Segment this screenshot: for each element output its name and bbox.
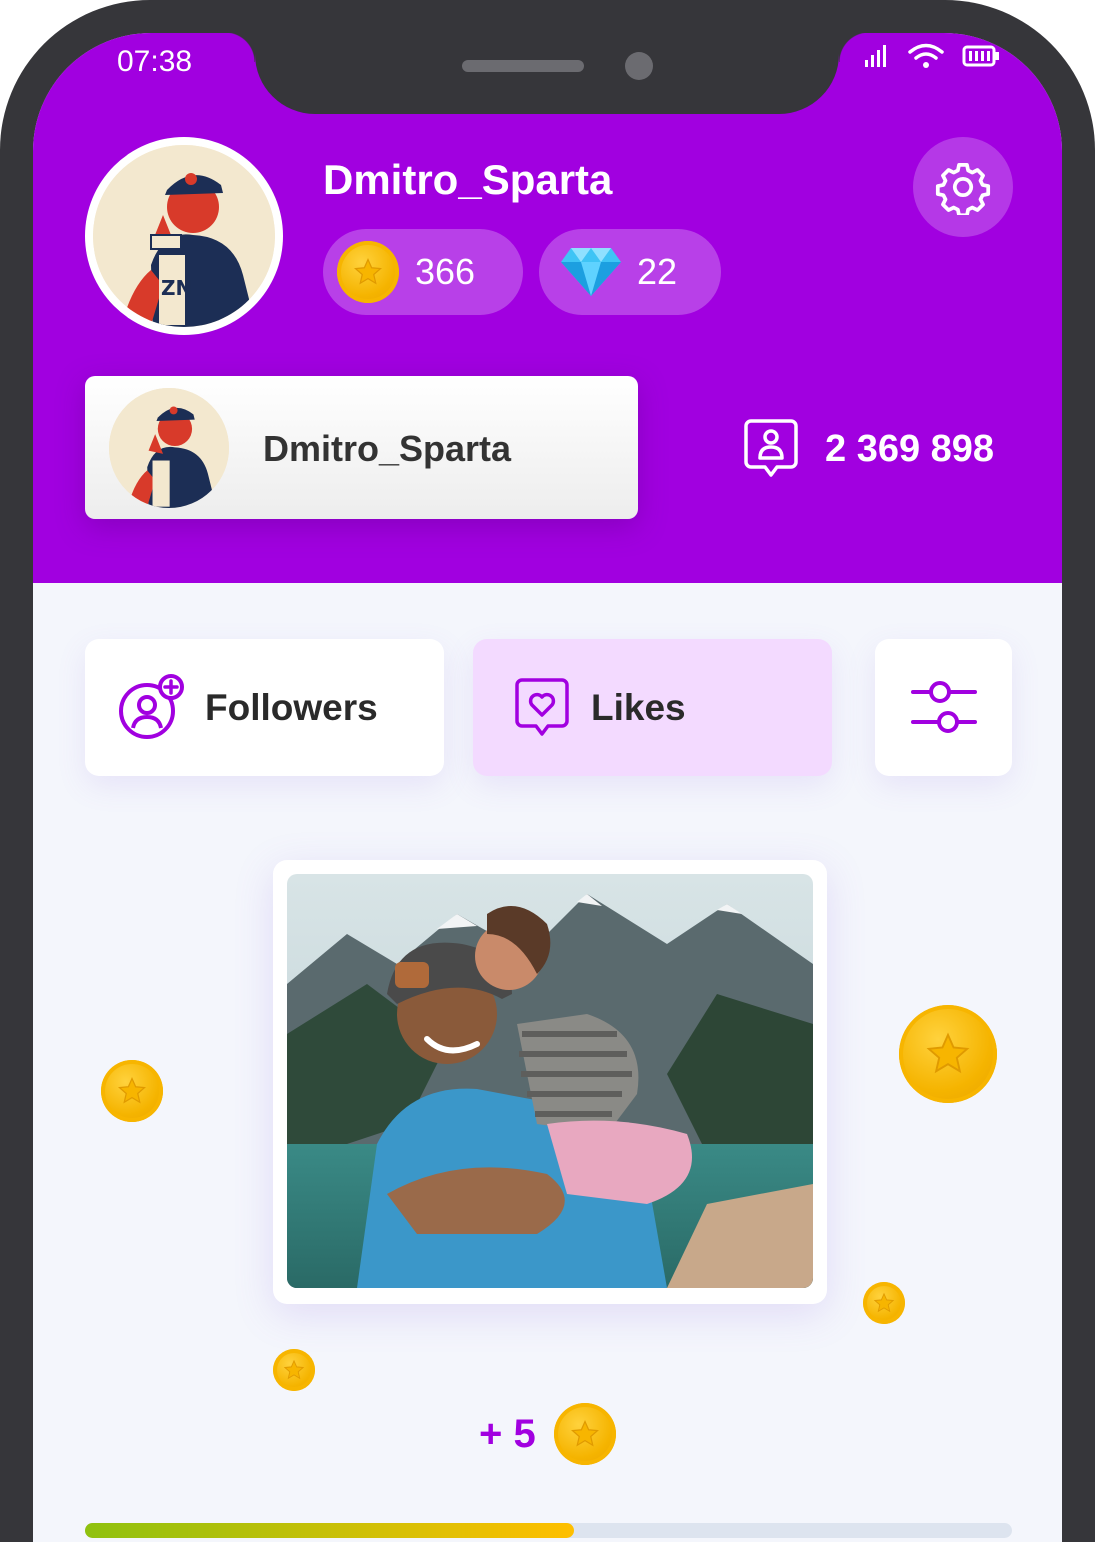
post-card[interactable] <box>273 860 827 1304</box>
username: Dmitro_Sparta <box>323 156 613 203</box>
status-icons <box>864 43 1000 69</box>
wifi-icon <box>908 43 944 68</box>
tab-followers[interactable]: Followers <box>85 639 444 776</box>
followers-count-value: 2 369 898 <box>825 427 995 470</box>
gems-balance[interactable]: 22 <box>539 229 721 315</box>
heart-icon <box>515 677 569 736</box>
avatar-image: ZN <box>93 145 275 327</box>
profile-badge-icon <box>744 419 798 477</box>
diamond-icon <box>561 248 621 296</box>
avatar[interactable]: ZN <box>85 137 283 335</box>
status-time: 07:38 <box>117 45 193 78</box>
tab-likes[interactable]: Likes <box>473 639 832 776</box>
camera-notch <box>225 33 869 114</box>
followers-count: 2 369 898 <box>743 418 994 480</box>
progress-fill <box>85 1523 574 1538</box>
coin-icon <box>899 1005 997 1103</box>
tab-followers-label: Followers <box>205 686 378 728</box>
reward-indicator: + 5 <box>479 1403 616 1465</box>
coins-value: 366 <box>415 251 476 292</box>
app-screen: 07:38 ZN Dmitro_Sparta 366 22 Dmitro_Spa… <box>33 33 1062 1542</box>
coin-icon <box>337 241 399 303</box>
sliders-icon <box>910 680 977 733</box>
account-avatar <box>109 388 229 508</box>
svg-text:ZN: ZN <box>161 276 192 300</box>
gems-value: 22 <box>637 251 678 292</box>
speaker-grille <box>462 60 584 72</box>
account-card[interactable]: Dmitro_Sparta <box>85 376 638 519</box>
filter-button[interactable] <box>875 639 1012 776</box>
coin-icon <box>101 1060 163 1122</box>
reward-amount: + 5 <box>479 1411 536 1456</box>
phone-frame: 07:38 ZN Dmitro_Sparta 366 22 Dmitro_Spa… <box>0 0 1095 1542</box>
coin-icon <box>553 1403 616 1465</box>
tab-likes-label: Likes <box>591 686 686 728</box>
account-name: Dmitro_Sparta <box>263 428 512 469</box>
progress-bar <box>85 1523 1012 1538</box>
coin-icon <box>273 1349 315 1391</box>
coins-balance[interactable]: 366 <box>323 229 523 315</box>
user-plus-icon <box>119 673 184 739</box>
battery-icon <box>962 45 999 67</box>
front-camera <box>625 52 653 80</box>
post-photo <box>287 874 813 1288</box>
settings-button[interactable] <box>913 137 1013 237</box>
profile-header: 07:38 ZN Dmitro_Sparta 366 22 Dmitro_Spa… <box>33 33 1062 583</box>
coin-icon <box>863 1282 905 1324</box>
gear-icon <box>935 162 991 215</box>
